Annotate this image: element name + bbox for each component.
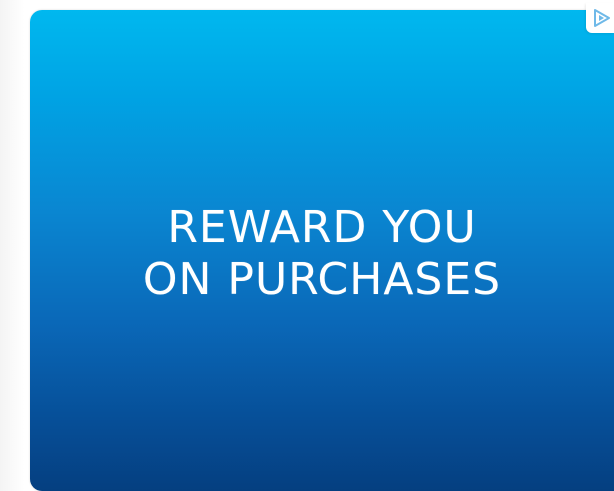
headline-line-2: ON PURCHASES (142, 254, 502, 305)
ad-headline: REWARD YOU ON PURCHASES (30, 202, 614, 306)
adchoices-button[interactable] (586, 3, 614, 33)
headline-line-1: REWARD YOU (167, 202, 477, 253)
ad-frame: REWARD YOU ON PURCHASES (0, 0, 614, 491)
ad-banner[interactable]: REWARD YOU ON PURCHASES (30, 10, 614, 491)
adchoices-icon (594, 9, 610, 27)
